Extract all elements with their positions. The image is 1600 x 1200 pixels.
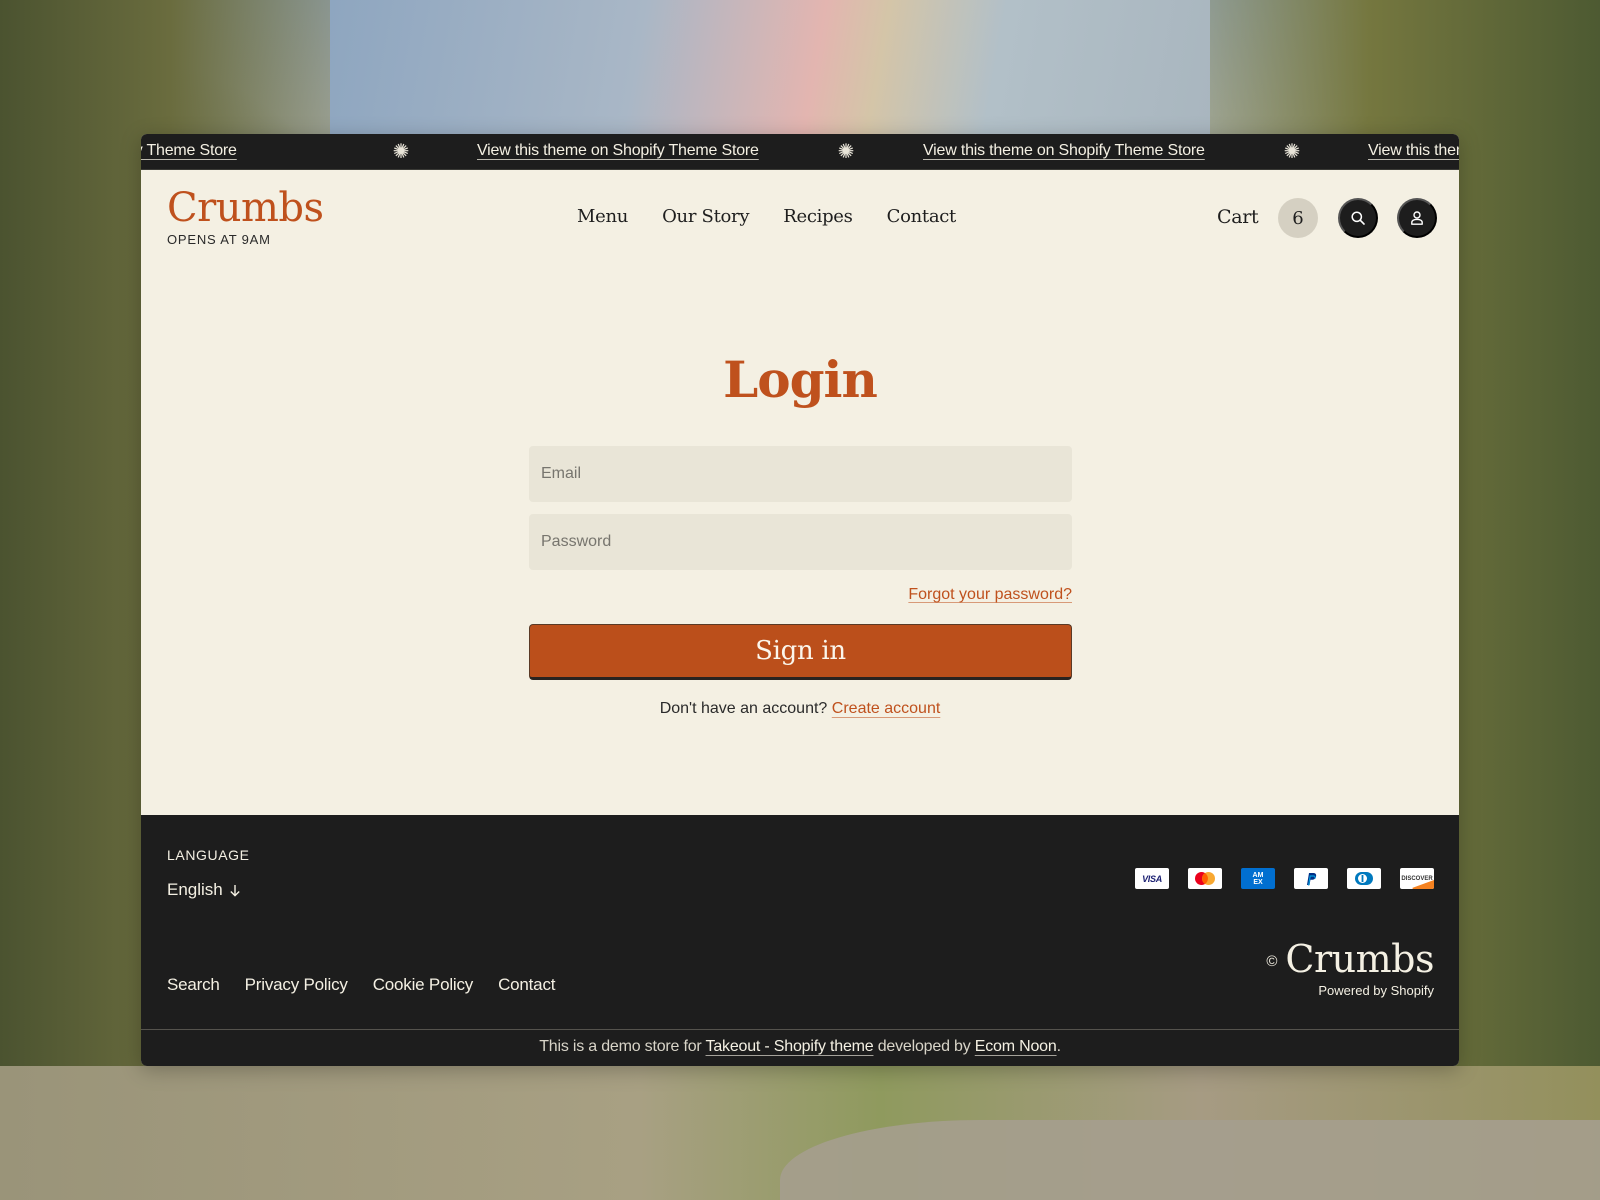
amex-icon: AM EX [1241,868,1275,889]
sparkle-icon: ✺ [837,141,855,163]
footer-nav: Search Privacy Policy Cookie Policy Cont… [167,975,555,995]
sparkle-icon: ✺ [392,141,410,163]
sparkle-icon: ✺ [1283,141,1301,163]
search-button[interactable] [1338,198,1378,238]
mastercard-icon [1188,868,1222,889]
announcement-link[interactable]: View this theme on Shopify Theme Store [1368,142,1459,160]
language-value: English [167,880,223,899]
demo-note-middle: developed by [873,1038,975,1055]
demo-store-note: This is a demo store for Takeout - Shopi… [141,1038,1459,1056]
announcement-link[interactable]: View this theme on Shopify Theme Store [923,142,1205,160]
create-account-link[interactable]: Create account [832,700,941,717]
language-label: LANGUAGE [167,847,250,863]
sign-in-button[interactable]: Sign in [529,624,1072,680]
forgot-password-link[interactable]: Forgot your password? [908,586,1072,604]
footer-divider [141,1029,1459,1030]
demo-note-prefix: This is a demo store for [539,1038,706,1055]
email-field[interactable] [529,446,1072,502]
no-account-text: Don't have an account? [659,700,828,717]
discover-icon: DISCOVER [1400,868,1434,889]
language-selector[interactable]: English [167,880,241,900]
main-nav: Menu Our Story Recipes Contact [577,206,956,227]
user-icon [1411,211,1423,225]
visa-icon: VISA [1135,868,1169,889]
announcement-track: View this theme on Shopify Theme Store ✺… [141,134,1459,169]
announcement-bar: View this theme on Shopify Theme Store ✺… [141,134,1459,170]
cart-count-badge[interactable]: 6 [1278,198,1318,238]
copyright-symbol: © [1266,952,1278,970]
site-footer: LANGUAGE English VISA AM EX DISCOVER © C… [141,815,1459,1066]
nav-link-recipes[interactable]: Recipes [783,206,853,227]
search-icon [1351,211,1365,225]
nav-link-contact[interactable]: Contact [887,206,957,227]
footer-link-search[interactable]: Search [167,975,220,995]
nav-link-our-story[interactable]: Our Story [662,206,749,227]
browser-window: View this theme on Shopify Theme Store ✺… [141,134,1459,1066]
arrow-down-icon [230,884,240,897]
developer-link[interactable]: Ecom Noon [975,1038,1057,1055]
powered-by-shopify-link[interactable]: Powered by Shopify [1318,983,1434,998]
nav-link-menu[interactable]: Menu [577,206,628,227]
payment-methods: VISA AM EX DISCOVER [1135,868,1434,889]
site-header: Crumbs OPENS AT 9AM Menu Our Story Recip… [141,170,1459,270]
theme-link[interactable]: Takeout - Shopify theme [706,1038,874,1055]
footer-link-privacy-policy[interactable]: Privacy Policy [245,975,348,995]
demo-note-suffix: . [1056,1038,1061,1055]
diners-club-icon [1347,868,1381,889]
announcement-link[interactable]: View this theme on Shopify Theme Store [141,142,237,160]
create-account-prompt: Don't have an account? Create account [141,700,1459,718]
announcement-link[interactable]: View this theme on Shopify Theme Store [477,142,759,160]
store-hours-tagline: OPENS AT 9AM [167,232,271,247]
store-logo[interactable]: Crumbs [167,186,324,230]
paypal-icon [1294,868,1328,889]
footer-logo[interactable]: Crumbs [1285,937,1434,981]
background-sky-rainbow [330,0,1210,134]
account-button[interactable] [1397,198,1437,238]
footer-link-cookie-policy[interactable]: Cookie Policy [373,975,474,995]
password-field[interactable] [529,514,1072,570]
cart-link[interactable]: Cart [1217,206,1259,228]
background-path [780,1120,1600,1200]
page-title: Login [723,350,878,409]
footer-brand: © Crumbs [1266,937,1434,981]
footer-link-contact[interactable]: Contact [498,975,555,995]
